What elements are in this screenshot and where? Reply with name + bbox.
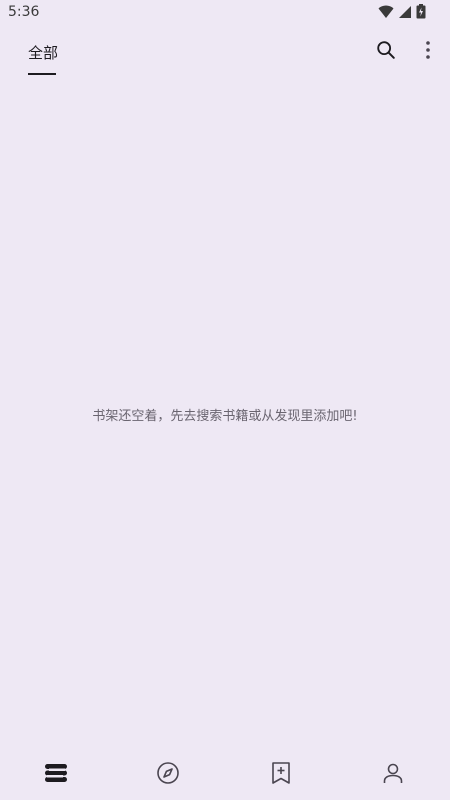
search-icon [375,39,397,65]
nav-profile[interactable] [380,762,406,788]
wifi-icon [378,5,394,19]
status-icons [378,4,426,19]
bookshelf-icon [44,762,68,788]
more-options-button[interactable] [416,40,440,64]
nav-explore[interactable] [155,762,181,788]
bottom-navigation [0,750,450,800]
bookmark-add-icon [270,761,292,789]
empty-bookshelf-message: 书架还空着，先去搜索书籍或从发现里添加吧! [92,409,358,424]
tab-indicator [28,73,56,75]
explore-compass-icon [156,761,180,789]
status-time: 5:36 [8,4,40,20]
tab-all[interactable]: 全部 [28,42,58,63]
status-bar: 5:36 [0,0,450,26]
top-app-bar: 全部 [0,26,450,80]
search-button[interactable] [374,40,398,64]
battery-charging-icon [416,4,426,19]
more-vert-icon [416,38,440,66]
signal-icon [398,5,412,19]
person-icon [381,761,405,789]
nav-subscription[interactable] [268,762,294,788]
nav-bookshelf[interactable] [43,762,69,788]
